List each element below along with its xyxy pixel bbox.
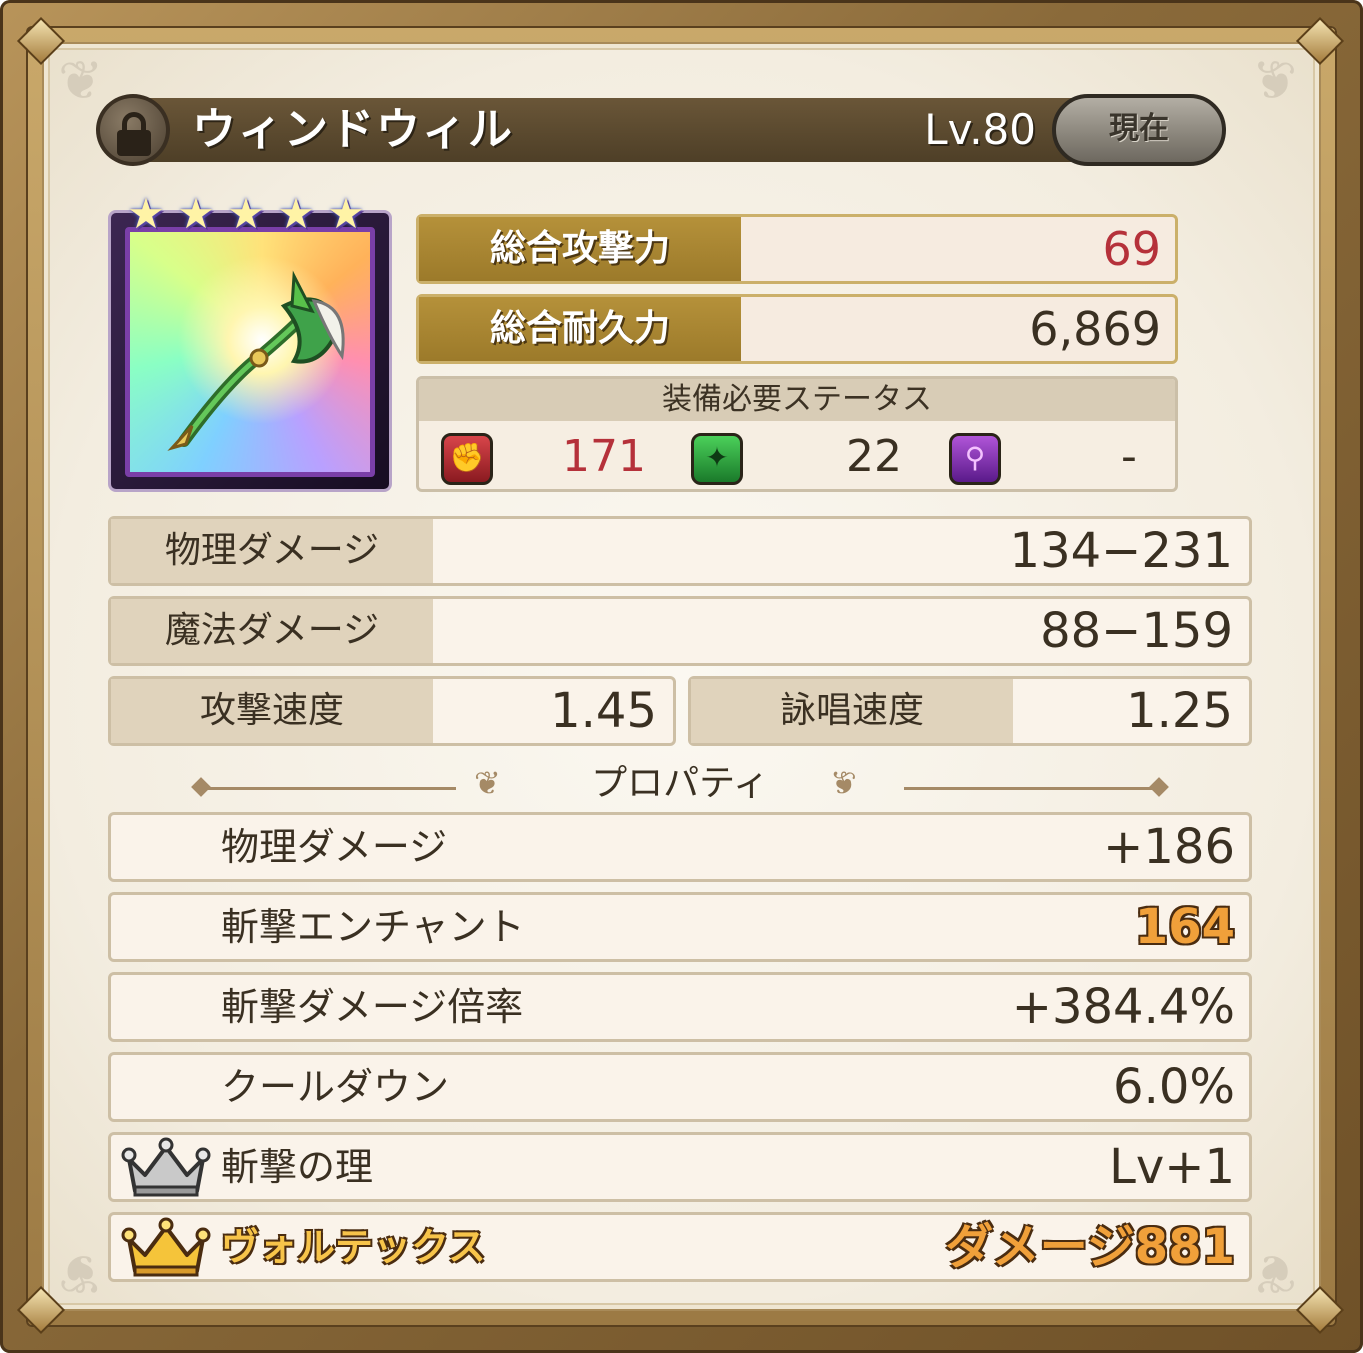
total-durability-label: 総合耐久力 (419, 297, 741, 361)
property-row: 物理ダメージ +186 (108, 812, 1252, 882)
magic-damage-row: 魔法ダメージ 88−159 (108, 596, 1252, 666)
equip-requirements-title: 装備必要ステータス (419, 379, 1175, 421)
divider-flourish: ❦ (474, 764, 501, 802)
property-label: 斬撃エンチャント (221, 905, 525, 949)
total-attack-value: 69 (1102, 222, 1161, 276)
property-row: クールダウン 6.0% (108, 1052, 1252, 1122)
magic-damage-value: 88−159 (1040, 603, 1233, 659)
attack-speed-value: 1.45 (550, 683, 657, 739)
property-label: クールダウン (221, 1065, 450, 1109)
item-level: Lv.80 (924, 105, 1036, 154)
physical-damage-value: 134−231 (1009, 523, 1233, 579)
property-value: +384.4% (1011, 979, 1235, 1035)
rarity-star-icon: ★ (277, 189, 315, 238)
property-value: 164 (1134, 899, 1235, 955)
total-attack-label: 総合攻撃力 (419, 217, 741, 281)
rarity-star-icon: ★ (327, 189, 365, 238)
divider-line-left (206, 787, 456, 790)
property-label: ヴォルテックス (221, 1225, 486, 1269)
green-axe-weapon-icon (167, 270, 345, 451)
item-card-art (125, 227, 375, 477)
property-row: 斬撃エンチャント 164 (108, 892, 1252, 962)
property-row: 斬撃ダメージ倍率 +384.4% (108, 972, 1252, 1042)
attack-speed-label: 攻撃速度 (111, 679, 433, 743)
physical-damage-label: 物理ダメージ (111, 519, 433, 583)
property-value: 6.0% (1113, 1059, 1235, 1115)
strength-requirement-value: 171 (562, 431, 646, 482)
cast-speed-row: 詠唱速度 1.25 (688, 676, 1252, 746)
dexterity-requirement-value: 22 (846, 431, 902, 482)
physical-damage-row: 物理ダメージ 134−231 (108, 516, 1252, 586)
property-label: 物理ダメージ (221, 825, 448, 869)
cast-speed-value: 1.25 (1126, 683, 1233, 739)
properties-title: プロパティ (591, 763, 769, 804)
property-label: 斬撃ダメージ倍率 (221, 985, 524, 1029)
silver-crown-icon (121, 1137, 211, 1197)
property-value: +186 (1103, 819, 1235, 875)
padlock-body (117, 130, 151, 156)
flourish-ornament: ❦ (1252, 1242, 1298, 1305)
item-name: ウィンドウィル (192, 104, 514, 155)
rarity-star-icon: ★ (127, 189, 165, 238)
property-value: ダメージ881 (945, 1219, 1235, 1275)
magic-damage-label: 魔法ダメージ (111, 599, 433, 663)
flourish-ornament: ❦ (58, 1242, 104, 1305)
property-row: 斬撃の理 Lv+1 (108, 1132, 1252, 1202)
gold-crown-icon (121, 1217, 211, 1277)
property-label: 斬撃の理 (221, 1145, 374, 1189)
cast-speed-label: 詠唱速度 (691, 679, 1013, 743)
total-durability-value: 6,869 (1029, 302, 1161, 356)
flourish-ornament: ❦ (1252, 49, 1298, 112)
divider-flourish: ❦ (830, 764, 857, 802)
rarity-star-icon: ★ (177, 189, 215, 238)
total-durability-row: 総合耐久力 6,869 (416, 294, 1178, 364)
current-button[interactable]: 現在 (1052, 94, 1226, 166)
title-bar: ウィンドウィル Lv.80 現在 (96, 94, 1226, 166)
unlocked-padlock-icon[interactable] (96, 94, 170, 166)
attack-speed-row: 攻撃速度 1.45 (108, 676, 676, 746)
magic-requirement-value: - (1121, 431, 1137, 482)
rarity-star-icon: ★ (227, 189, 265, 238)
dexterity-star-icon: ✦ (691, 433, 743, 485)
property-row: ヴォルテックス ダメージ881 (108, 1212, 1252, 1282)
divider-line-right (904, 787, 1154, 790)
property-value: Lv+1 (1109, 1139, 1235, 1195)
total-attack-row: 総合攻撃力 69 (416, 214, 1178, 284)
item-card: ★ ★ ★ ★ ★ (108, 193, 392, 492)
equip-requirements: 装備必要ステータス ✊ 171 ✦ 22 ⚲ - (416, 376, 1178, 492)
strength-fist-icon: ✊ (441, 433, 493, 485)
magic-wand-icon: ⚲ (949, 433, 1001, 485)
